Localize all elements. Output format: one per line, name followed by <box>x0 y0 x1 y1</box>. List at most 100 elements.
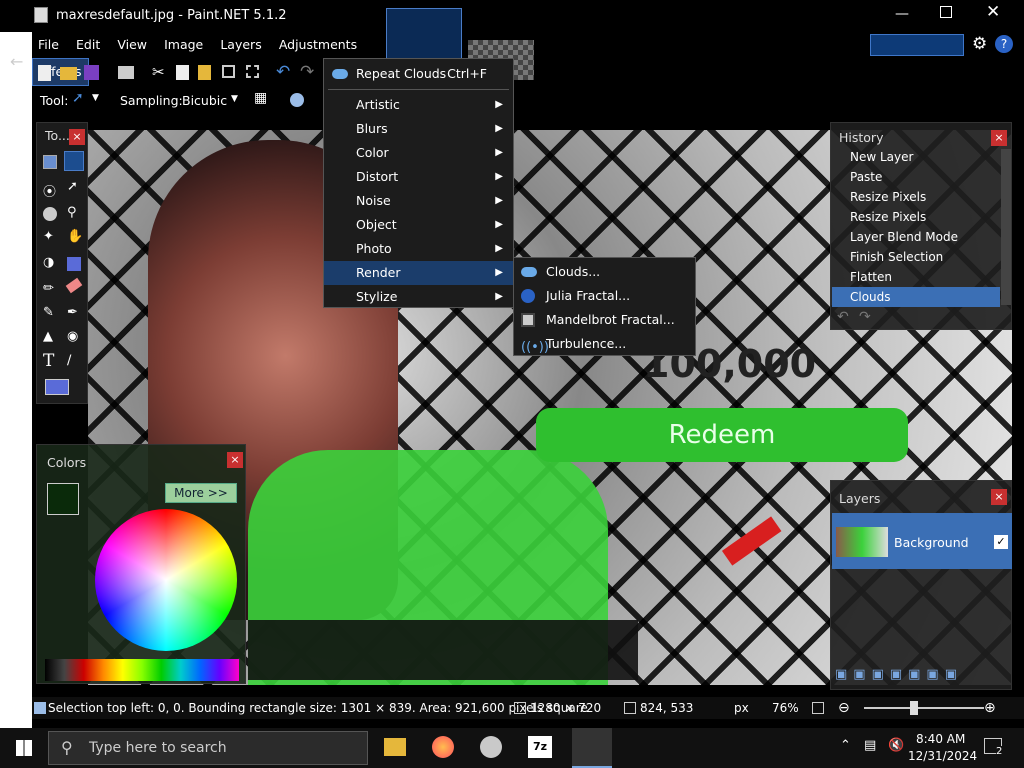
menu-layers[interactable]: Layers <box>214 32 267 58</box>
maximize-button[interactable] <box>940 6 952 18</box>
repeat-clouds-item[interactable]: Repeat Clouds Ctrl+F <box>324 62 513 86</box>
history-item[interactable]: Resize Pixels <box>832 207 1000 227</box>
effects-artistic[interactable]: Artistic ▶ <box>324 93 513 117</box>
history-item[interactable]: Layer Blend Mode <box>832 227 1000 247</box>
history-item[interactable]: Paste <box>832 167 1000 187</box>
tray-chevron-icon[interactable]: ⌃ <box>840 738 851 753</box>
clone-stamp-tool-icon[interactable]: ▲ <box>43 329 53 344</box>
effects-stylize[interactable]: Stylize ▶ <box>324 285 513 309</box>
history-close-button[interactable]: × <box>991 130 1007 146</box>
paint-bucket-tool-icon[interactable]: ◑ <box>43 255 54 270</box>
windows-start-icon[interactable] <box>16 740 32 756</box>
eraser-tool-icon[interactable] <box>65 277 83 294</box>
effects-distort[interactable]: Distort ▶ <box>324 165 513 189</box>
taskbar-search[interactable]: ⚲ Type here to search <box>48 731 368 765</box>
paintnet-taskbar-icon[interactable] <box>572 728 612 768</box>
units-select[interactable]: px <box>734 697 749 719</box>
layers-close-button[interactable]: × <box>991 489 1007 505</box>
zoom-level[interactable]: 76% <box>772 697 799 719</box>
close-window-button[interactable]: ✕ <box>986 2 1000 22</box>
undo-icon[interactable]: ↶ <box>837 309 849 325</box>
file-explorer-icon[interactable] <box>384 738 406 756</box>
line-tool-icon[interactable]: ∕ <box>67 353 71 368</box>
move-selection-icon[interactable]: ➚ <box>72 90 84 106</box>
paintbrush-tool-icon[interactable]: ✏ <box>43 281 54 296</box>
tool-dropdown-icon[interactable]: ▼ <box>92 93 99 103</box>
color-wheel[interactable] <box>95 509 237 651</box>
effects-render[interactable]: Render ▶ <box>324 261 513 285</box>
menu-adjustments[interactable]: Adjustments <box>273 32 363 58</box>
open-icon[interactable] <box>60 67 77 80</box>
antialias-icon[interactable]: ▦ <box>254 90 267 106</box>
palette-strip[interactable] <box>45 659 239 681</box>
lasso-tool-icon[interactable]: ⦿ <box>43 181 56 200</box>
history-item-selected[interactable]: Clouds <box>832 287 1000 307</box>
render-turbulence[interactable]: ((•)) Turbulence... <box>514 332 695 356</box>
effects-noise[interactable]: Noise ▶ <box>324 189 513 213</box>
move-selection-tool-icon[interactable]: ➚ <box>67 179 78 194</box>
settings-icon[interactable]: ⚙ <box>972 34 987 54</box>
minimize-button[interactable]: — <box>895 6 909 22</box>
render-clouds[interactable]: Clouds... <box>514 260 695 284</box>
clock-time[interactable]: 8:40 AM <box>916 732 965 746</box>
zoom-slider[interactable] <box>864 707 984 709</box>
magic-wand-tool-icon[interactable]: ✦ <box>43 229 54 244</box>
effects-blurs[interactable]: Blurs ▶ <box>324 117 513 141</box>
render-julia[interactable]: Julia Fractal... <box>514 284 695 308</box>
copy-icon[interactable] <box>176 65 189 80</box>
ellipse-select-tool-icon[interactable] <box>43 207 57 221</box>
crop-icon[interactable] <box>222 65 235 78</box>
shapes-tool-icon[interactable] <box>45 379 69 395</box>
paint-palette-icon[interactable] <box>480 736 502 758</box>
menu-image[interactable]: Image <box>158 32 209 58</box>
rectangle-select-tool-icon[interactable] <box>43 155 57 169</box>
7zip-icon[interactable]: 7z <box>528 736 552 758</box>
tools-close-button[interactable]: × <box>69 129 85 145</box>
pencil-tool-icon[interactable]: ✎ <box>43 305 54 320</box>
render-mandelbrot[interactable]: Mandelbrot Fractal... <box>514 308 695 332</box>
recolor-tool-icon[interactable]: ◉ <box>67 329 78 344</box>
history-item[interactable]: Resize Pixels <box>832 187 1000 207</box>
more-button[interactable]: More >> <box>165 483 237 503</box>
menu-edit[interactable]: Edit <box>70 32 106 58</box>
network-icon[interactable]: ▤ <box>864 738 876 753</box>
history-scrollbar[interactable] <box>1001 149 1011 305</box>
print-icon[interactable] <box>118 66 134 79</box>
clock-date[interactable]: 12/31/2024 <box>908 749 977 763</box>
volume-icon[interactable]: 🔇 <box>888 738 904 753</box>
sampling-select[interactable]: Bicubic <box>182 93 227 108</box>
sampling-dropdown-icon[interactable]: ▼ <box>231 94 238 104</box>
text-tool-icon[interactable]: T <box>43 351 54 371</box>
colors-close-button[interactable]: × <box>227 452 243 468</box>
cut-icon[interactable]: ✂ <box>152 63 165 81</box>
blend-mode-icon[interactable] <box>290 93 304 107</box>
save-icon[interactable] <box>84 65 99 80</box>
firefox-icon[interactable] <box>432 736 454 758</box>
menu-file[interactable]: File <box>32 32 65 58</box>
redo-icon[interactable]: ↷ <box>300 62 314 82</box>
primary-color-swatch[interactable] <box>47 483 79 515</box>
zoom-fit-icon[interactable] <box>812 702 824 714</box>
history-item[interactable]: Flatten <box>832 267 1000 287</box>
deselect-icon[interactable] <box>246 65 259 78</box>
menu-view[interactable]: View <box>111 32 153 58</box>
redo-icon[interactable]: ↷ <box>859 309 871 325</box>
color-picker-tool-icon[interactable]: ✒ <box>67 305 78 320</box>
effects-color[interactable]: Color ▶ <box>324 141 513 165</box>
zoom-out-icon[interactable]: ⊖ <box>838 697 850 719</box>
history-item[interactable]: New Layer <box>832 147 1000 167</box>
layer-row[interactable]: Background ✓ <box>832 513 1012 569</box>
undo-icon[interactable]: ↶ <box>276 62 290 82</box>
move-tool-icon[interactable] <box>64 151 84 171</box>
layer-visibility-checkbox[interactable]: ✓ <box>994 535 1008 549</box>
pan-tool-icon[interactable]: ✋ <box>67 229 83 244</box>
effects-photo[interactable]: Photo ▶ <box>324 237 513 261</box>
effects-object[interactable]: Object ▶ <box>324 213 513 237</box>
help-icon[interactable]: ? <box>995 35 1013 53</box>
zoom-in-icon[interactable]: ⊕ <box>984 697 996 719</box>
zoom-slider-thumb[interactable] <box>910 701 918 715</box>
zoom-tool-icon[interactable]: ⚲ <box>67 205 77 220</box>
gradient-tool-icon[interactable] <box>67 257 81 271</box>
new-icon[interactable] <box>38 65 51 81</box>
image-thumb-active[interactable] <box>386 8 462 60</box>
